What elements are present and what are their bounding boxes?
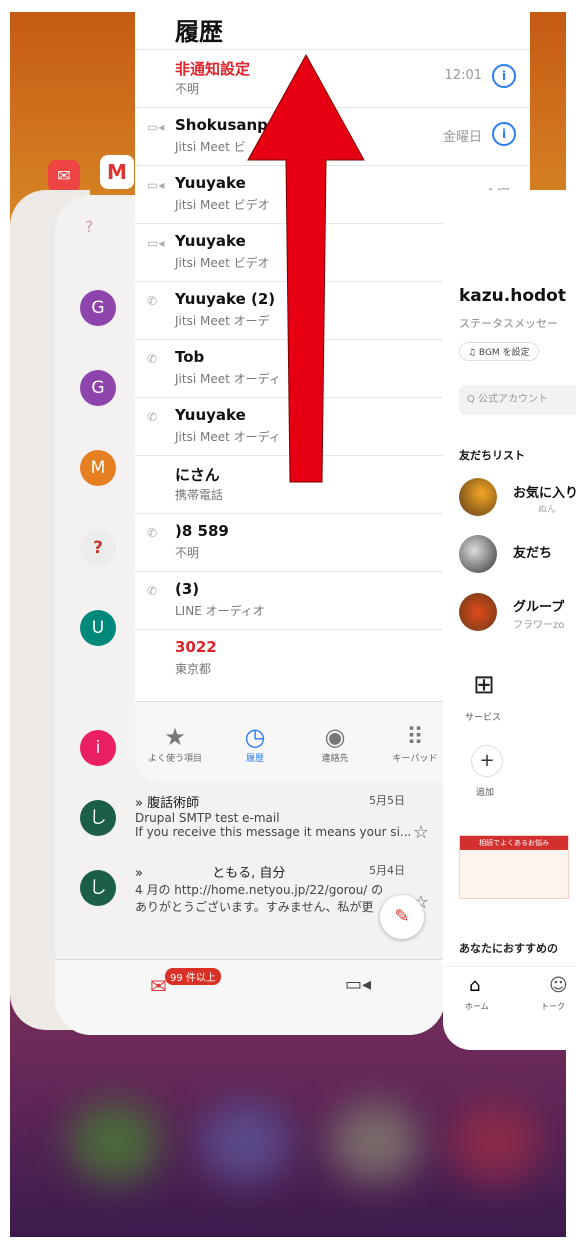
swipe-up-arrow-icon — [247, 53, 365, 483]
